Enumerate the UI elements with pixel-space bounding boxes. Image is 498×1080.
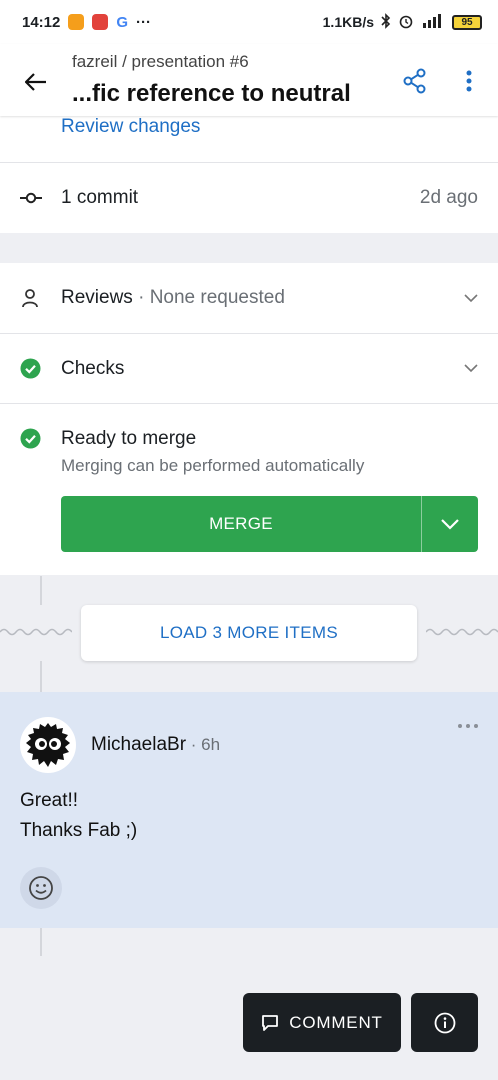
avatar[interactable] bbox=[20, 717, 76, 773]
share-icon bbox=[403, 68, 426, 94]
comment-text-line: Thanks Fab ;) bbox=[20, 820, 138, 841]
overflow-menu-button[interactable] bbox=[456, 64, 482, 98]
network-speed: 1.1KB/s bbox=[322, 14, 374, 30]
reviews-separator: · bbox=[132, 287, 150, 308]
chevron-down-icon bbox=[464, 293, 478, 303]
timeline-connector bbox=[40, 661, 42, 692]
check-circle-icon bbox=[20, 358, 61, 379]
timeline-connector bbox=[40, 928, 42, 956]
comment-button[interactable]: COMMENT bbox=[243, 993, 401, 1052]
comment-text-line: Great!! bbox=[20, 790, 79, 811]
reviews-row[interactable]: Reviews · None requested bbox=[0, 263, 498, 333]
merge-status-subtitle: Merging can be performed automatically bbox=[61, 456, 365, 475]
reviews-label: Reviews bbox=[61, 287, 133, 308]
load-more-button[interactable]: LOAD 3 MORE ITEMS bbox=[81, 605, 417, 661]
more-notifications-icon: ··· bbox=[136, 13, 152, 31]
info-button[interactable] bbox=[411, 993, 478, 1052]
status-time: 14:12 bbox=[22, 13, 61, 31]
chevron-down-icon bbox=[464, 364, 478, 373]
back-button[interactable] bbox=[18, 64, 54, 100]
checks-row[interactable]: Checks bbox=[0, 334, 498, 403]
add-reaction-button[interactable] bbox=[20, 867, 62, 909]
arrow-left-icon bbox=[25, 73, 46, 91]
chevron-down-icon bbox=[441, 518, 459, 530]
checks-label: Checks bbox=[61, 357, 125, 379]
collapsed-items-squiggle bbox=[0, 628, 72, 636]
merge-ready-check-icon bbox=[20, 428, 41, 449]
info-icon bbox=[434, 1012, 455, 1033]
commit-icon bbox=[20, 192, 61, 204]
commits-row[interactable]: 1 commit 2d ago bbox=[0, 163, 498, 233]
comment-author-line: MichaelaBr · 6h bbox=[91, 734, 220, 756]
timeline-connector bbox=[40, 576, 42, 605]
merge-button[interactable]: MERGE bbox=[61, 496, 421, 552]
google-icon: G bbox=[116, 13, 129, 31]
smiley-icon bbox=[29, 876, 53, 900]
signal-icon bbox=[421, 13, 445, 31]
review-changes-link[interactable]: Review changes bbox=[61, 116, 200, 138]
kebab-menu-icon bbox=[466, 70, 472, 92]
comment-icon bbox=[262, 1014, 279, 1031]
reviews-status: None requested bbox=[149, 287, 285, 308]
page-title: ...fic reference to neutral bbox=[72, 80, 351, 107]
repo-breadcrumb: fazreil / presentation #6 bbox=[72, 52, 249, 71]
collapsed-items-squiggle bbox=[426, 628, 498, 636]
comment-options-button[interactable] bbox=[454, 716, 482, 736]
share-button[interactable] bbox=[398, 64, 432, 98]
comment-button-label: COMMENT bbox=[289, 1012, 383, 1032]
person-icon bbox=[20, 288, 61, 308]
alarm-icon bbox=[398, 13, 414, 32]
commits-time: 2d ago bbox=[419, 187, 478, 208]
merge-status-title: Ready to merge bbox=[61, 428, 197, 449]
soot-sprite-avatar-icon bbox=[26, 723, 70, 767]
comment-author[interactable]: MichaelaBr bbox=[91, 734, 186, 755]
merge-button-group: MERGE bbox=[61, 496, 478, 552]
app-header: fazreil / presentation #6 ...fic referen… bbox=[0, 44, 498, 116]
battery-indicator: 95 bbox=[452, 14, 482, 30]
notes-app-icon bbox=[68, 14, 85, 30]
more-horizontal-icon bbox=[458, 724, 478, 728]
commits-count: 1 commit bbox=[61, 187, 139, 208]
merge-options-button[interactable] bbox=[422, 496, 478, 552]
divider bbox=[0, 403, 498, 404]
bluetooth-icon bbox=[381, 12, 391, 32]
pdf-app-icon bbox=[92, 14, 109, 30]
comment-time: · 6h bbox=[186, 735, 221, 754]
status-bar: 14:12 G ··· 1.1KB/s 95 bbox=[0, 0, 498, 44]
